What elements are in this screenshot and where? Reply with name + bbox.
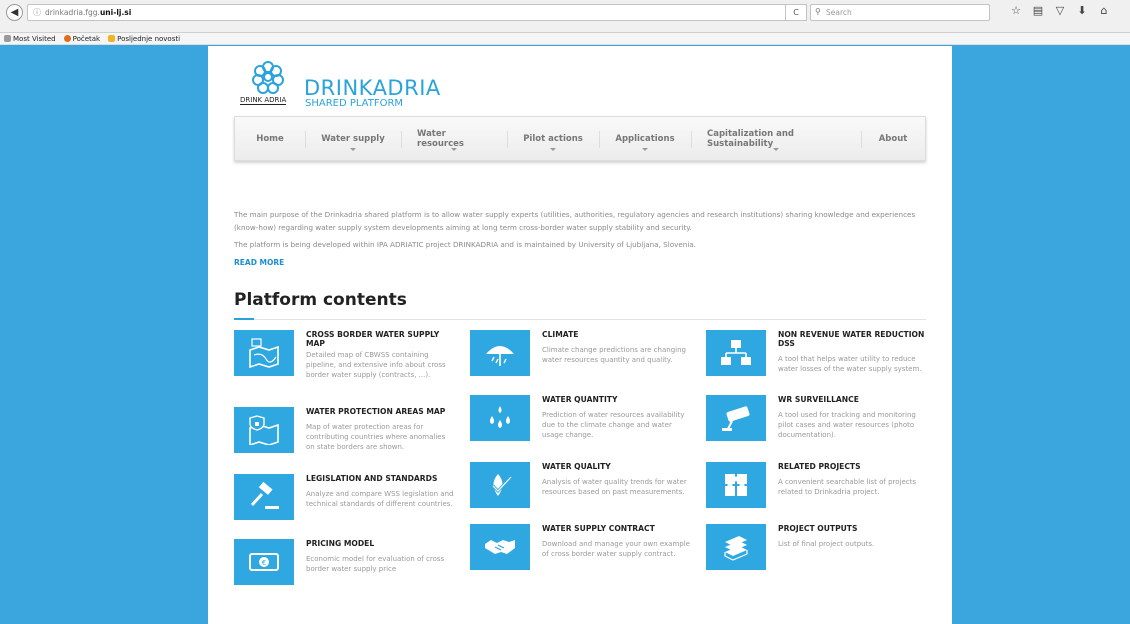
card-description: Analysis of water quality trends for wat… [542, 478, 687, 496]
card-title[interactable]: PROJECT OUTPUTS [778, 524, 928, 533]
card-description: Map of water protection areas for contri… [306, 423, 446, 451]
card-title[interactable]: CROSS BORDER WATER SUPPLY MAP [306, 330, 456, 348]
card-title[interactable]: WR SURVEILLANCE [778, 395, 928, 404]
logo-caption: DRINK ADRIA [240, 96, 287, 105]
svg-text:€: € [262, 559, 266, 567]
card-title[interactable]: LEGISLATION AND STANDARDS [306, 474, 456, 483]
reload-icon[interactable]: C [785, 4, 807, 21]
gavel-icon[interactable] [234, 474, 294, 520]
caret-down-icon [451, 148, 457, 151]
title-accent [234, 318, 254, 320]
card-title[interactable]: WATER SUPPLY CONTRACT [542, 524, 692, 533]
nav-home[interactable]: Home [235, 117, 305, 160]
card-description: List of final project outputs. [778, 540, 875, 548]
home-icon[interactable]: ⌂ [1098, 4, 1110, 21]
section-title: Platform contents [234, 290, 407, 310]
bookmark-star-icon[interactable]: ☆ [1010, 4, 1022, 21]
drop-check-icon[interactable] [470, 462, 530, 508]
intro-paragraph: The platform is being developed within I… [234, 240, 697, 249]
page-content: DRINK ADRIA DRINKADRIA SHARED PLATFORM H… [208, 46, 952, 624]
caret-down-icon [773, 148, 779, 151]
browser-toolbar: ◀ ⓘ drinkadria.fgg.uni-lj.si C ⚲ Search … [0, 0, 1130, 33]
card-title[interactable]: WATER PROTECTION AREAS MAP [306, 407, 456, 416]
puzzle-icon[interactable] [706, 462, 766, 508]
nav-capitalization[interactable]: Capitalization and Sustainability [691, 117, 861, 160]
umbrella-icon[interactable] [470, 330, 530, 376]
card-description: Prediction of water resources availabili… [542, 411, 685, 439]
banknote-icon[interactable]: € [234, 539, 294, 585]
camera-icon[interactable] [706, 395, 766, 441]
pocket-icon[interactable]: ▽ [1054, 4, 1066, 21]
brand-title[interactable]: DRINKADRIA [304, 76, 441, 100]
reading-list-icon[interactable]: ▤ [1032, 4, 1044, 21]
caret-down-icon [642, 148, 648, 151]
url-domain: uni-lj.si [99, 8, 132, 17]
brand-subtitle: SHARED PLATFORM [305, 98, 404, 109]
card-title[interactable]: WATER QUANTITY [542, 395, 692, 404]
nav-water-resources[interactable]: Water resources [401, 117, 507, 160]
search-icon: ⚲ [815, 7, 821, 16]
bookmarks-bar: Most Visited Početak Posljednje novosti [0, 33, 1130, 45]
card-description: A tool used for tracking and monitoring … [778, 411, 916, 439]
bookmark-folder-icon [4, 35, 11, 42]
map-icon[interactable] [234, 330, 294, 376]
card-description: Analyze and compare WSS legislation and … [306, 490, 454, 508]
main-navigation: Home Water supply Water resources Pilot … [234, 116, 926, 161]
card-title[interactable]: PRICING MODEL [306, 539, 456, 548]
url-text: drinkadria.fgg.uni-lj.si [45, 8, 131, 17]
read-more-link[interactable]: READ MORE [234, 258, 284, 267]
card-description: Download and manage your own example of … [542, 540, 690, 558]
card-description: A tool that helps water utility to reduc… [778, 355, 922, 373]
card-title[interactable]: WATER QUALITY [542, 462, 692, 471]
nav-about[interactable]: About [861, 117, 925, 160]
bookmark-most-visited[interactable]: Most Visited [4, 35, 56, 43]
nav-pilot-actions[interactable]: Pilot actions [507, 117, 599, 160]
url-prefix: drinkadria.fgg. [45, 8, 100, 17]
drops-icon[interactable] [470, 395, 530, 441]
divider [234, 319, 926, 320]
search-input[interactable]: ⚲ Search [810, 4, 990, 21]
card-title[interactable]: CLIMATE [542, 330, 692, 339]
download-icon[interactable]: ⬇ [1076, 4, 1088, 21]
card-description: A convenient searchable list of projects… [778, 478, 917, 496]
nav-applications[interactable]: Applications [599, 117, 691, 160]
bookmark-posljednje-novosti[interactable]: Posljednje novosti [108, 35, 180, 43]
rss-folder-icon [108, 35, 116, 42]
card-description: Economic model for evaluation of cross b… [306, 555, 445, 573]
shield-map-icon[interactable] [234, 407, 294, 453]
search-placeholder: Search [826, 8, 852, 17]
back-icon[interactable]: ◀ [6, 4, 23, 21]
books-icon[interactable] [706, 524, 766, 570]
card-title[interactable]: NON REVENUE WATER REDUCTION DSS [778, 330, 928, 348]
info-icon[interactable]: ⓘ [33, 7, 41, 18]
toolbar-icons: ☆ ▤ ▽ ⬇ ⌂ [1010, 4, 1110, 21]
drinkadria-logo-icon[interactable] [238, 54, 298, 116]
caret-down-icon [550, 148, 556, 151]
firefox-icon [63, 35, 71, 42]
bookmark-pocetak[interactable]: Početak [63, 35, 100, 43]
handshake-icon[interactable] [470, 524, 530, 570]
intro-paragraph: The main purpose of the Drinkadria share… [234, 210, 916, 232]
network-icon[interactable] [706, 330, 766, 376]
caret-down-icon [350, 148, 356, 151]
url-bar[interactable]: ⓘ drinkadria.fgg.uni-lj.si [27, 4, 807, 21]
card-description: Detailed map of CBWSS containing pipelin… [306, 351, 446, 379]
intro-text: The main purpose of the Drinkadria share… [234, 208, 924, 255]
card-title[interactable]: RELATED PROJECTS [778, 462, 928, 471]
nav-water-supply[interactable]: Water supply [305, 117, 401, 160]
card-description: Climate change predictions are changing … [542, 346, 686, 364]
